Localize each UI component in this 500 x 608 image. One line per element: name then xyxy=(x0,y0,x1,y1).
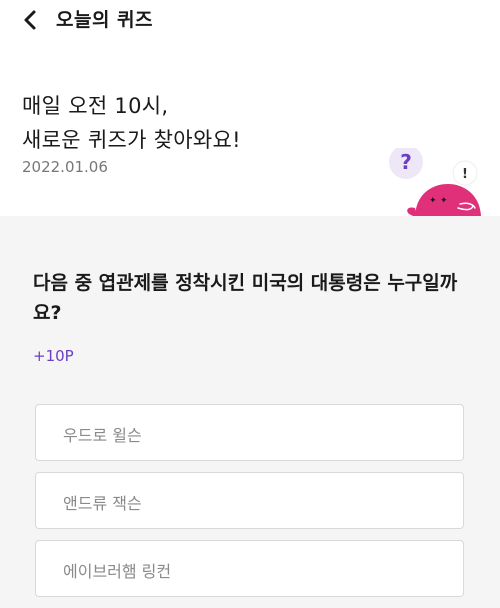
reward-points: +10P xyxy=(33,347,74,365)
chevron-left-icon xyxy=(24,10,36,30)
answer-option-label: 우드로 윌슨 xyxy=(63,426,142,445)
answer-option-label: 앤드류 잭슨 xyxy=(63,494,142,513)
quiz-mascot-illustration: ? ! ✦ ✦ xyxy=(389,148,481,218)
answer-option-3[interactable]: 에이브러햄 링컨 xyxy=(35,540,464,597)
quiz-question-section: 다음 중 엽관제를 정착시킨 미국의 대통령은 누구일까요? +10P 우드로 … xyxy=(0,216,500,608)
answer-option-1[interactable]: 우드로 윌슨 xyxy=(35,404,464,461)
svg-text:✦: ✦ xyxy=(440,196,448,206)
back-button[interactable] xyxy=(20,6,44,34)
quiz-intro-section: 매일 오전 10시, 새로운 퀴즈가 찾아와요! 2022.01.06 ? ! … xyxy=(0,40,500,218)
quiz-question: 다음 중 엽관제를 정착시킨 미국의 대통령은 누구일까요? xyxy=(33,272,458,324)
svg-text:✦: ✦ xyxy=(429,196,437,206)
question-mark-glyph: ? xyxy=(400,150,412,174)
page-title: 오늘의 퀴즈 xyxy=(56,9,154,31)
intro-headline-line1: 매일 오전 10시, xyxy=(22,94,169,118)
intro-headline-line2: 새로운 퀴즈가 찾아와요! xyxy=(22,128,241,152)
answer-option-2[interactable]: 앤드류 잭슨 xyxy=(35,472,464,529)
answer-option-label: 에이브러햄 링컨 xyxy=(63,562,172,581)
quiz-date: 2022.01.06 xyxy=(22,158,108,176)
app-header: 오늘의 퀴즈 xyxy=(0,0,500,40)
exclamation-mark-glyph: ! xyxy=(462,167,468,182)
